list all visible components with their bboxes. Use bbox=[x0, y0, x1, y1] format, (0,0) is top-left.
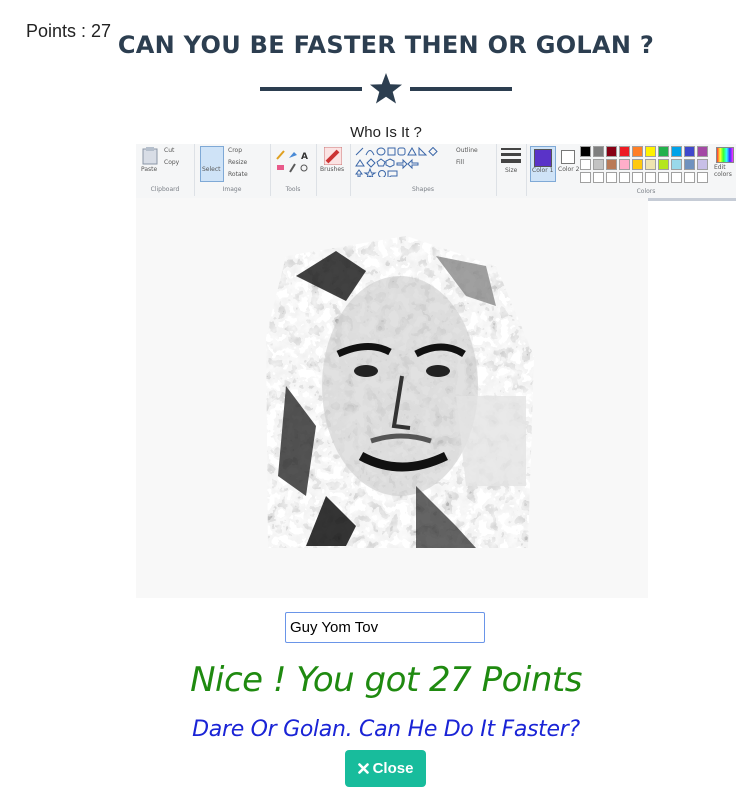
puzzle-photo bbox=[136, 198, 648, 598]
question-label: Who Is It ? bbox=[350, 124, 422, 141]
challenge-message: Dare Or Golan. Can He Do It Faster? bbox=[192, 717, 580, 742]
palette-swatch-empty bbox=[593, 172, 604, 183]
shapes-icons bbox=[355, 147, 438, 177]
brushes-label: Brushes bbox=[320, 166, 345, 173]
size-line-2 bbox=[501, 153, 521, 156]
color2-swatch bbox=[561, 150, 575, 164]
color1-swatch bbox=[534, 149, 552, 167]
palette-swatch-empty bbox=[632, 172, 643, 183]
palette-swatch bbox=[658, 159, 669, 170]
palette-swatch bbox=[619, 159, 630, 170]
page-title: CAN YOU BE FASTER THEN OR GOLAN ? bbox=[117, 31, 655, 59]
close-button[interactable]: Close bbox=[345, 750, 426, 787]
palette-swatch bbox=[671, 146, 682, 157]
palette-swatch bbox=[684, 146, 695, 157]
image-group-label: Image bbox=[222, 186, 242, 193]
edit-colors-label: Edit colors bbox=[714, 164, 732, 178]
palette-swatch bbox=[580, 146, 591, 157]
palette-swatch bbox=[606, 146, 617, 157]
select-tool bbox=[200, 146, 224, 182]
divider-line-right bbox=[410, 87, 512, 91]
paint-ribbon-image: Paste Cut Copy Clipboard Select Crop Res… bbox=[136, 144, 736, 201]
palette-swatch-empty bbox=[606, 172, 617, 183]
copy-label: Copy bbox=[164, 159, 180, 166]
palette-swatch bbox=[645, 146, 656, 157]
outline-label: Outline bbox=[456, 147, 478, 154]
color1-label: Color 1 bbox=[532, 167, 554, 174]
brushes-group: Brushes bbox=[316, 144, 351, 196]
shapes-group: Outline Fill Shapes bbox=[350, 144, 497, 196]
edit-colors-icon bbox=[716, 147, 734, 163]
size-line-1 bbox=[501, 148, 521, 150]
resize-label: Resize bbox=[228, 159, 248, 166]
palette-swatch bbox=[593, 146, 604, 157]
palette-swatch-empty bbox=[697, 172, 708, 183]
palette-swatch bbox=[619, 146, 630, 157]
palette-swatch bbox=[697, 146, 708, 157]
divider-line-left bbox=[260, 87, 362, 91]
shapes-group-label: Shapes bbox=[412, 186, 434, 193]
palette-swatch bbox=[632, 146, 643, 157]
palette-swatch bbox=[606, 159, 617, 170]
colors-group-label: Colors bbox=[636, 188, 656, 195]
star-icon bbox=[370, 73, 402, 104]
crop-label: Crop bbox=[228, 147, 243, 154]
title-divider bbox=[260, 72, 512, 106]
fill-label: Fill bbox=[456, 159, 465, 166]
size-group: Size bbox=[496, 144, 527, 196]
distorted-face-image bbox=[266, 236, 534, 548]
size-label: Size bbox=[505, 167, 518, 174]
size-line-3 bbox=[501, 159, 521, 163]
tools-icons: A bbox=[276, 150, 308, 173]
palette-swatch-empty bbox=[684, 172, 695, 183]
palette-swatch bbox=[671, 159, 682, 170]
svg-text:A: A bbox=[301, 152, 308, 162]
palette-swatch-empty bbox=[645, 172, 656, 183]
cut-label: Cut bbox=[164, 147, 175, 154]
clipboard-group-label: Clipboard bbox=[150, 186, 180, 193]
color2-label: Color 2 bbox=[558, 166, 580, 173]
tools-group: A Tools bbox=[270, 144, 317, 196]
close-icon bbox=[357, 763, 369, 774]
brush-icon bbox=[324, 147, 342, 165]
image-group: Select Crop Resize Rotate Image bbox=[194, 144, 271, 196]
palette-swatch bbox=[697, 159, 708, 170]
palette-swatch bbox=[632, 159, 643, 170]
palette-swatch-empty bbox=[671, 172, 682, 183]
select-label: Select bbox=[202, 166, 221, 173]
palette-swatch bbox=[580, 159, 591, 170]
palette-swatch bbox=[658, 146, 669, 157]
edit-colors: Edit colors bbox=[714, 146, 736, 186]
palette-swatch bbox=[684, 159, 695, 170]
answer-input[interactable] bbox=[285, 612, 485, 643]
rotate-label: Rotate bbox=[228, 171, 248, 178]
close-button-label: Close bbox=[372, 760, 414, 777]
color1-selector: Color 1 bbox=[530, 146, 556, 182]
paste-label: Paste bbox=[141, 166, 158, 173]
palette-swatch-empty bbox=[580, 172, 591, 183]
palette-swatch-empty bbox=[619, 172, 630, 183]
clipboard-group: Paste Cut Copy Clipboard bbox=[136, 144, 195, 196]
success-message: Nice ! You got 27 Points bbox=[190, 660, 582, 700]
paste-icon bbox=[142, 147, 158, 165]
palette-swatch bbox=[593, 159, 604, 170]
palette-swatch-empty bbox=[658, 172, 669, 183]
color2-selector: Color 2 bbox=[557, 146, 581, 180]
tools-group-label: Tools bbox=[285, 186, 301, 193]
palette-swatch bbox=[645, 159, 656, 170]
